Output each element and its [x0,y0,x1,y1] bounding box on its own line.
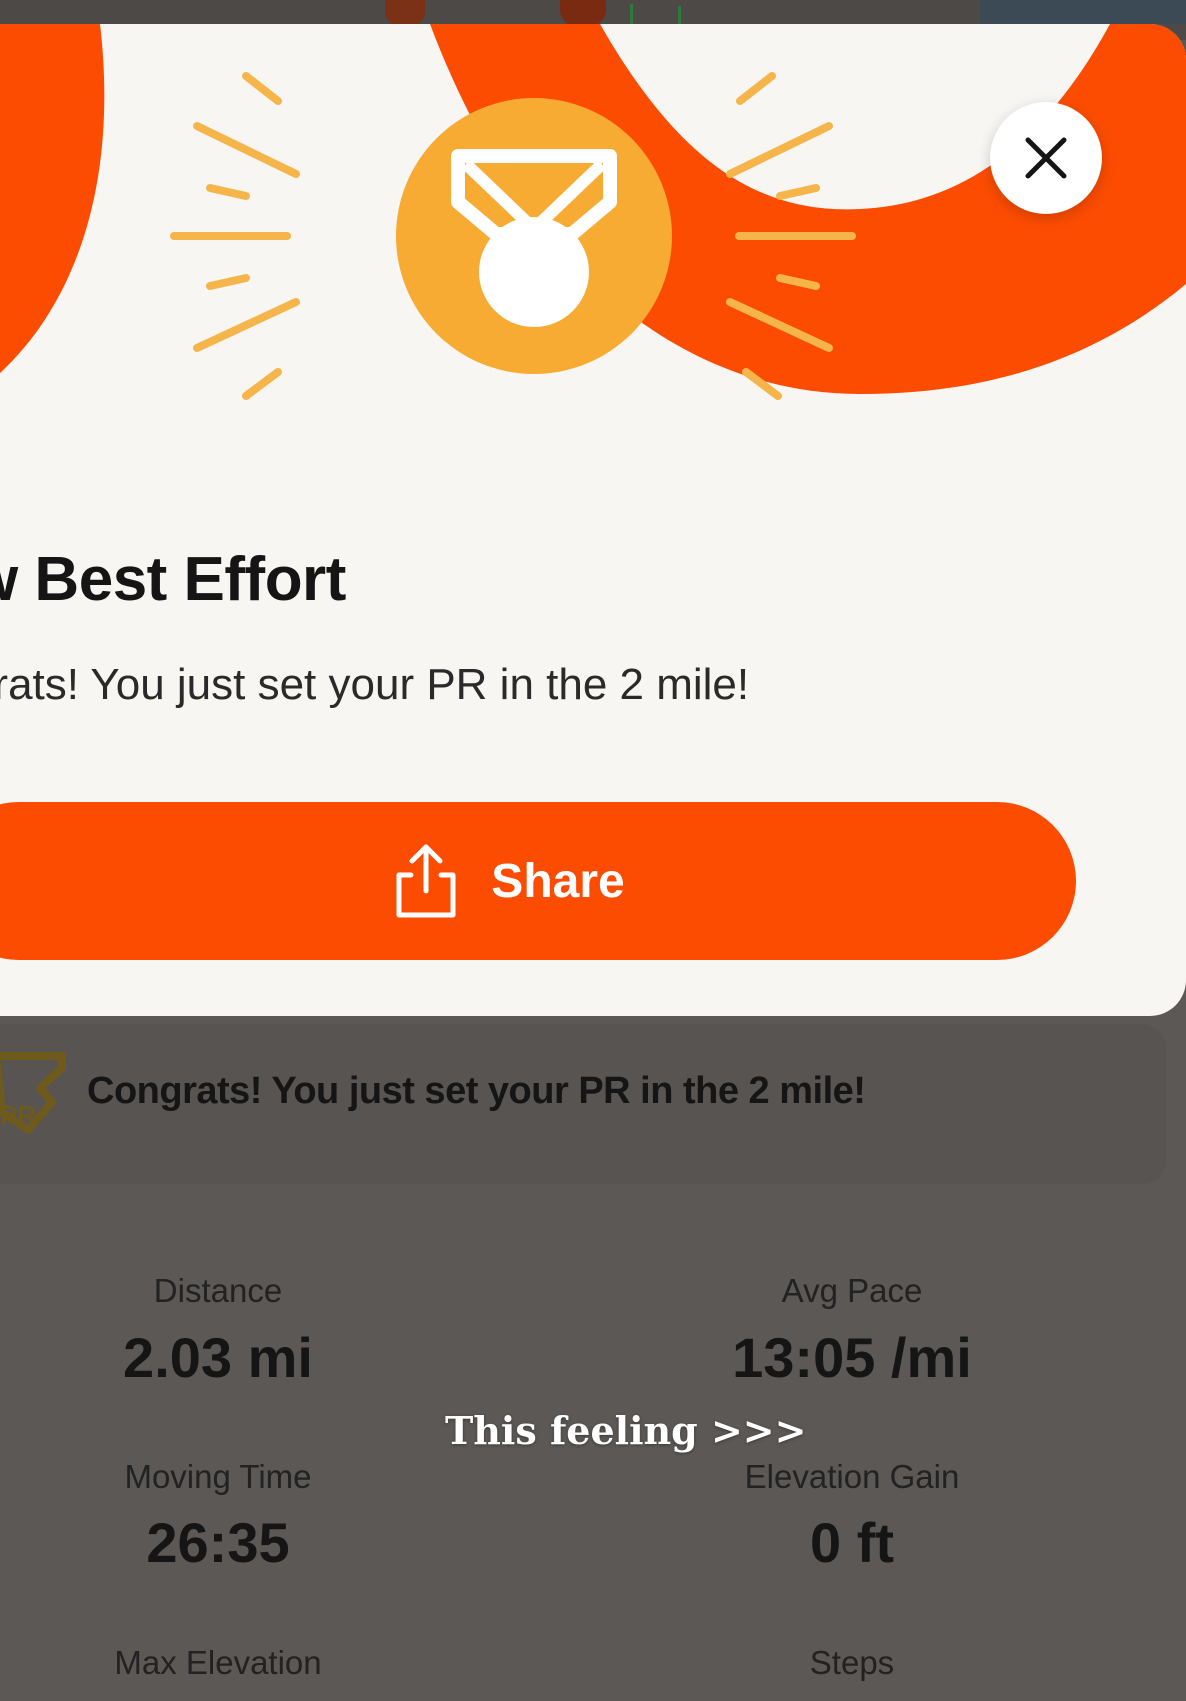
pr-badge-icon: PR [0,1052,66,1134]
stat-max-elevation-label: Max Elevation [114,1644,322,1681]
close-button[interactable] [990,102,1102,214]
stat-elevation-gain-value: 0 ft [810,1511,894,1574]
stat-distance-label: Distance [153,1272,283,1309]
share-button[interactable]: Share [0,802,1076,960]
share-button-label: Share [491,854,625,908]
pr-achievement-banner[interactable]: PR Congrats! You just set your PR in the… [0,1024,1166,1184]
modal-subtitle: ongrats! You just set your PR in the 2 m… [0,660,750,709]
stat-distance-value: 2.03 mi [123,1326,313,1389]
banner-text: Congrats! You just set your PR in the 2 … [87,1070,866,1112]
stat-moving-time-value: 26:35 [146,1511,290,1574]
close-icon [1025,137,1067,179]
modal-title: ew Best Effort [0,545,346,614]
stat-avg-pace-value: 13:05 /mi [732,1326,972,1389]
medal-icon [396,98,672,374]
map-shape [560,0,606,26]
sparkle-lines-left [170,72,300,400]
map-shape [385,0,425,26]
pr-badge-glyph: PR [0,1100,36,1130]
map-shape [630,4,633,24]
stat-avg-pace-label: Avg Pace [781,1272,923,1309]
best-effort-modal: ew Best Effort ongrats! You just set you… [0,24,1186,1016]
share-icon [396,844,456,918]
ribbon-left [0,24,105,374]
stat-elevation-gain-label: Elevation Gain [744,1458,960,1495]
map-shape [980,0,1186,24]
stat-steps-label: Steps [809,1644,895,1681]
celebration-artwork [0,24,1186,400]
overlay-caption: This feeling >>> [445,1408,807,1453]
map-shape [678,6,681,24]
stat-moving-time-label: Moving Time [124,1458,312,1495]
